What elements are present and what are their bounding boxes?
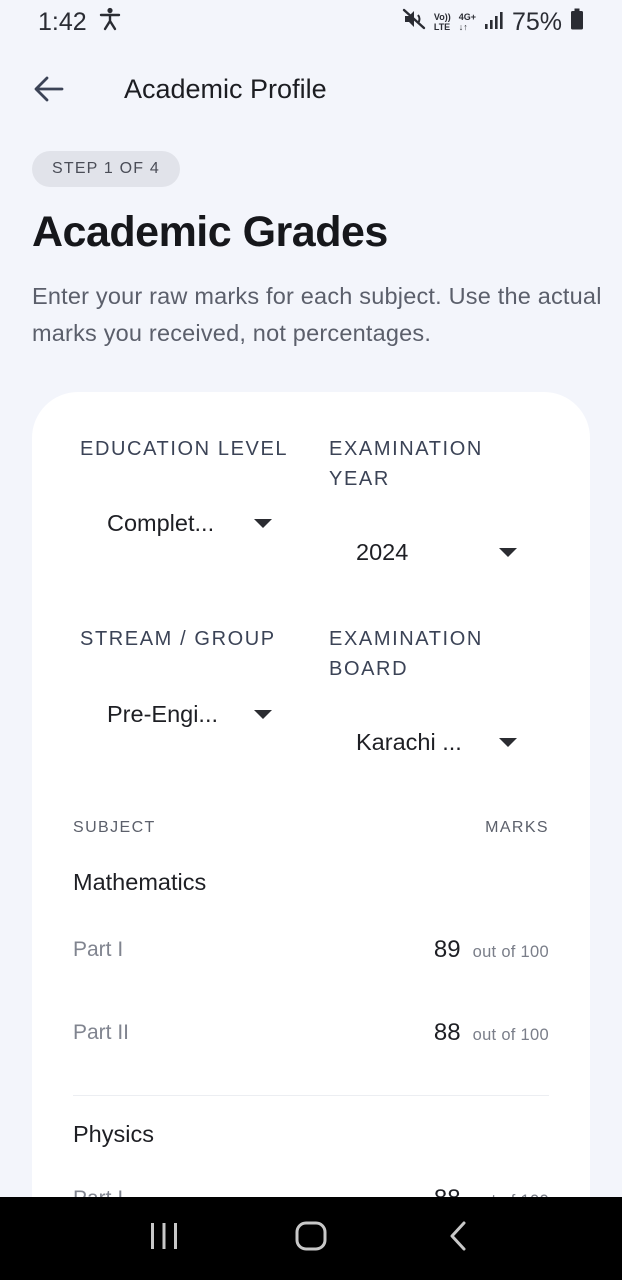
page-title: Academic Grades bbox=[32, 208, 388, 256]
grades-card: EDUCATION LEVEL Complet... EXAMINATION Y… bbox=[32, 392, 590, 1280]
screen: 1:42 Vo)) LTE 4G+ ↓↑ 75% Academic Profil… bbox=[0, 0, 622, 1280]
part-label: Part I bbox=[73, 938, 124, 961]
exam-year-label: EXAMINATION YEAR bbox=[329, 438, 483, 490]
recents-icon bbox=[148, 1221, 180, 1256]
signal-icon bbox=[484, 8, 504, 37]
mark-row: Part II 88 out of 100 bbox=[73, 1013, 549, 1053]
nav-back-icon bbox=[447, 1220, 469, 1257]
page-description: Enter your raw marks for each subject. U… bbox=[32, 283, 602, 346]
system-nav-bar bbox=[0, 1197, 622, 1280]
volte-bottom: LTE bbox=[433, 22, 451, 32]
stream-value: Pre-Engi... bbox=[107, 700, 219, 727]
chevron-down-icon bbox=[254, 518, 272, 528]
marks-input[interactable]: 89 bbox=[434, 936, 461, 964]
status-left: 1:42 bbox=[38, 7, 121, 38]
education-level-value: Complet... bbox=[107, 509, 215, 536]
step-badge: STEP 1 OF 4 bbox=[32, 151, 180, 187]
marks-out-of: out of 100 bbox=[472, 943, 549, 961]
marks-out-of: out of 100 bbox=[472, 1026, 549, 1044]
marks-group: 89 out of 100 bbox=[434, 936, 549, 964]
marks-column-header: MARKS bbox=[485, 819, 549, 836]
accessibility-icon bbox=[99, 7, 121, 38]
status-right: Vo)) LTE 4G+ ↓↑ 75% bbox=[402, 8, 584, 37]
app-title: Academic Profile bbox=[124, 74, 327, 104]
chevron-down-icon bbox=[499, 547, 517, 557]
volte-indicator: Vo)) LTE bbox=[434, 12, 451, 32]
exam-year-select[interactable]: 2024 bbox=[356, 532, 517, 572]
data-arrows: ↓↑ bbox=[458, 22, 468, 32]
recents-button[interactable] bbox=[134, 1209, 194, 1269]
exam-board-value: Karachi ... bbox=[356, 728, 462, 755]
status-time: 1:42 bbox=[38, 7, 87, 36]
mark-row: Part I 89 out of 100 bbox=[73, 930, 549, 970]
marks-group: 88 out of 100 bbox=[434, 1019, 549, 1047]
nav-back-button[interactable] bbox=[428, 1209, 488, 1269]
stream-select[interactable]: Pre-Engi... bbox=[107, 694, 272, 734]
volte-top: Vo)) bbox=[433, 12, 451, 22]
data-indicator: 4G+ ↓↑ bbox=[459, 12, 476, 32]
subject-name: Mathematics bbox=[73, 869, 207, 895]
chevron-down-icon bbox=[254, 709, 272, 719]
subject-divider bbox=[73, 1095, 549, 1096]
stream-label: STREAM / GROUP bbox=[80, 628, 276, 650]
subject-column-header: SUBJECT bbox=[73, 819, 156, 836]
status-bar: 1:42 Vo)) LTE 4G+ ↓↑ 75% bbox=[0, 0, 622, 44]
data-type: 4G+ bbox=[458, 12, 476, 22]
arrow-left-icon bbox=[34, 76, 64, 107]
chevron-down-icon bbox=[499, 737, 517, 747]
education-level-select[interactable]: Complet... bbox=[107, 503, 272, 543]
exam-board-select[interactable]: Karachi ... bbox=[356, 722, 517, 762]
battery-percent: 75% bbox=[511, 7, 562, 36]
back-button[interactable] bbox=[30, 72, 68, 110]
home-icon bbox=[294, 1220, 328, 1257]
exam-year-value: 2024 bbox=[356, 538, 409, 565]
exam-board-label: EXAMINATION BOARD bbox=[329, 628, 483, 680]
marks-input[interactable]: 88 bbox=[434, 1019, 461, 1047]
home-button[interactable] bbox=[281, 1209, 341, 1269]
app-bar: Academic Profile bbox=[0, 60, 622, 122]
subject-name: Physics bbox=[73, 1121, 154, 1147]
mute-icon bbox=[402, 8, 426, 37]
part-label: Part II bbox=[73, 1021, 130, 1044]
education-level-label: EDUCATION LEVEL bbox=[80, 438, 289, 460]
battery-icon bbox=[570, 8, 584, 37]
